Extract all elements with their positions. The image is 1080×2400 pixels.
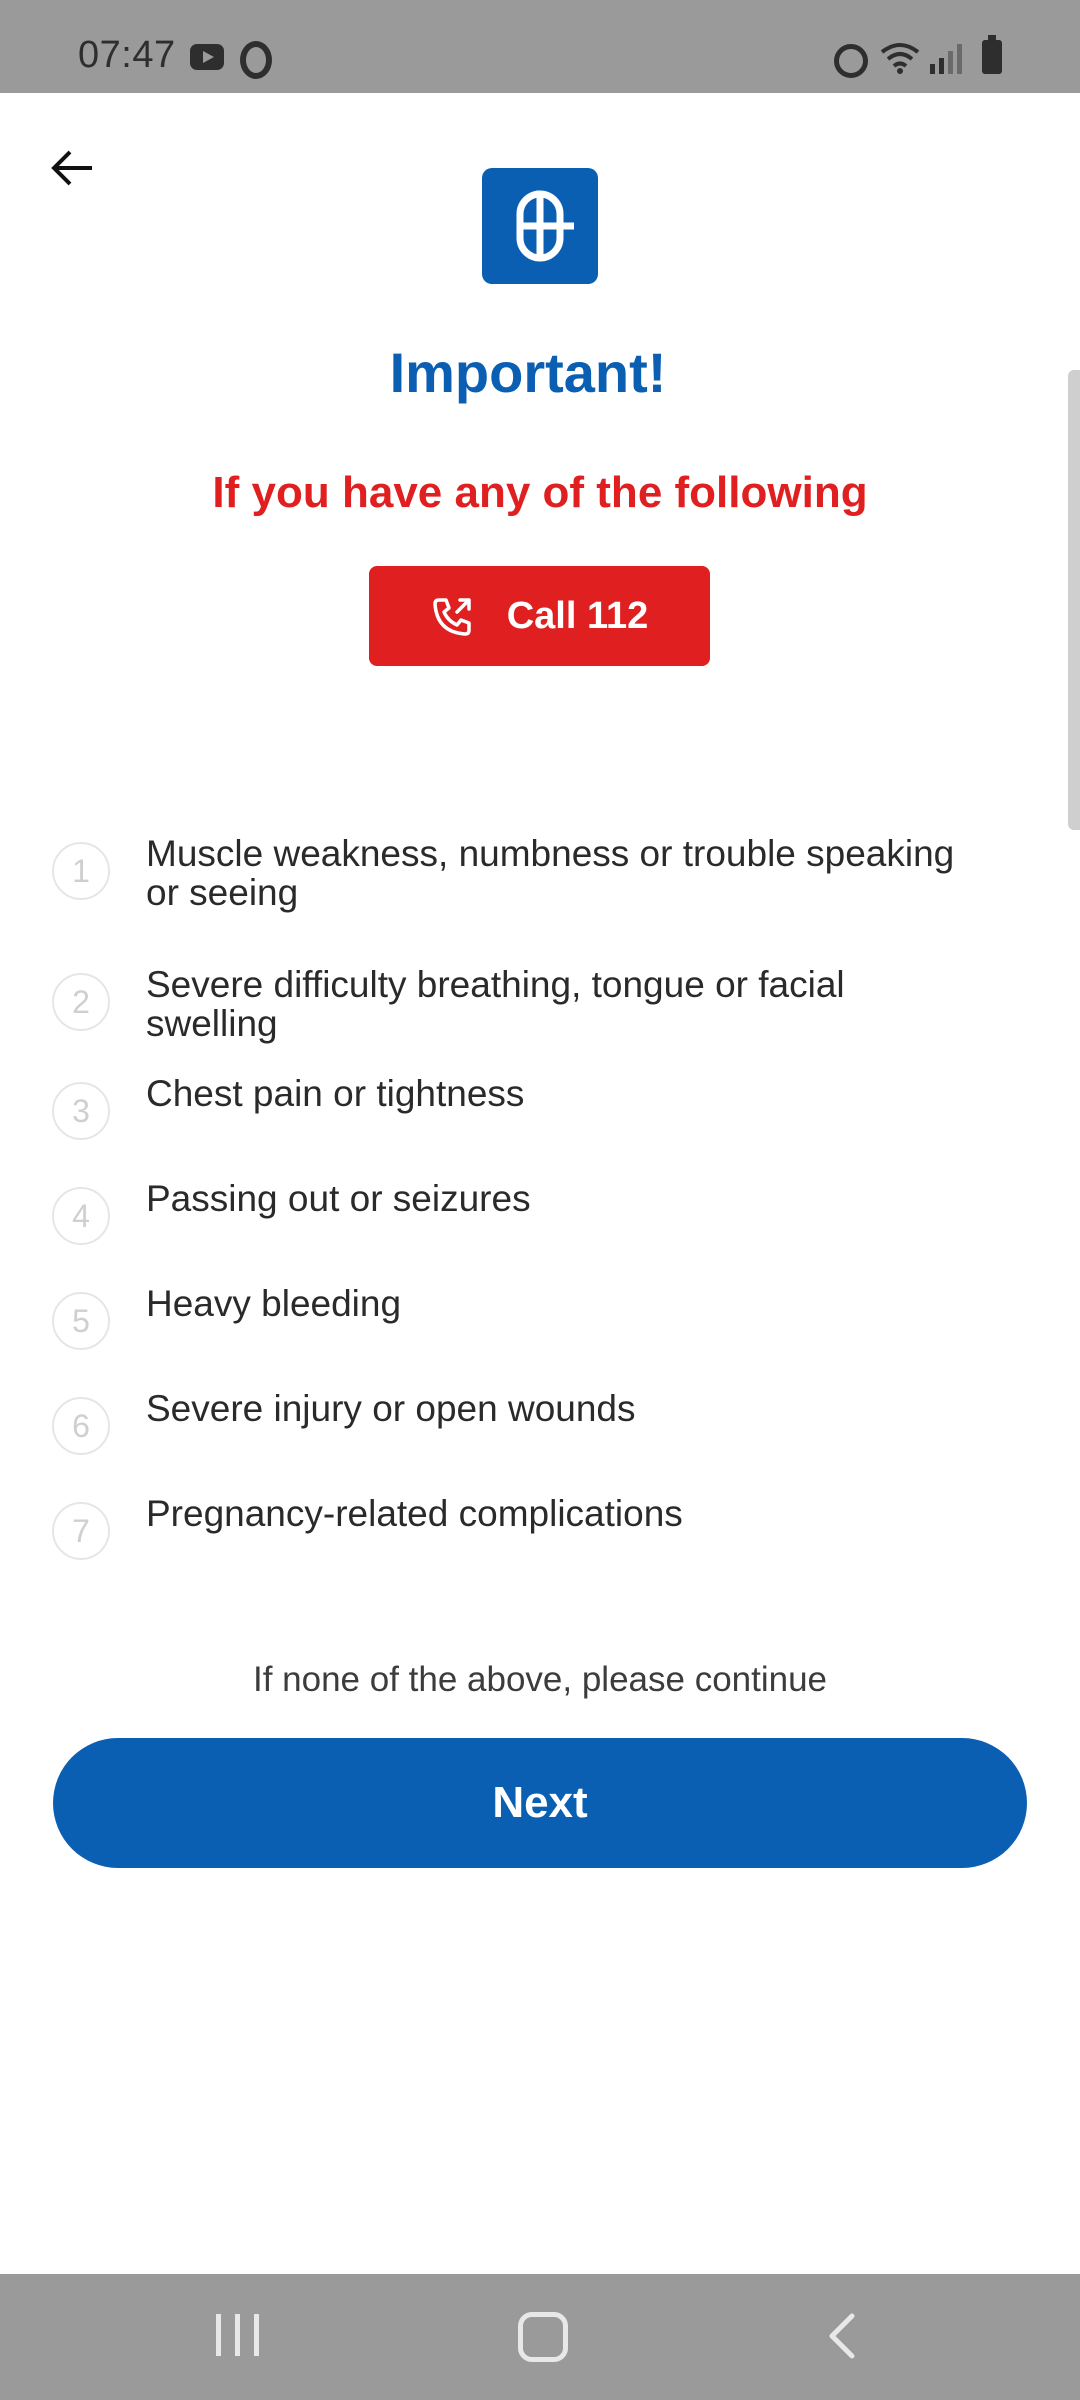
item-number: 3 <box>52 1082 110 1140</box>
call-button-label: Call 112 <box>506 594 649 637</box>
next-button[interactable]: Next <box>53 1738 1027 1868</box>
item-number: 4 <box>52 1187 110 1245</box>
battery-icon <box>982 35 1002 74</box>
back-icon[interactable] <box>820 2312 864 2360</box>
status-time: 07:47 <box>78 34 176 76</box>
status-bar: 07:47 <box>0 0 1080 93</box>
opera-icon <box>240 41 272 79</box>
list-item: 2 Severe difficulty breathing, tongue or… <box>52 961 1032 1070</box>
phone-outgoing-icon <box>432 598 471 636</box>
page-title: Important! <box>389 341 667 404</box>
item-text: Pregnancy-related complications <box>146 1493 683 1534</box>
item-text: Heavy bleeding <box>146 1283 402 1324</box>
home-icon[interactable] <box>518 2312 568 2362</box>
next-button-label: Next <box>492 1778 588 1827</box>
youtube-icon <box>190 44 224 70</box>
item-text: Muscle weakness, numbness or trouble spe… <box>146 833 955 913</box>
emergency-subtitle: If you have any of the following <box>212 468 868 517</box>
item-text: Chest pain or tightness <box>146 1073 525 1114</box>
item-number: 7 <box>52 1502 110 1560</box>
item-text: Severe injury or open wounds <box>146 1388 636 1429</box>
wifi-icon <box>880 40 920 76</box>
item-text: Severe difficulty breathing, tongue or f… <box>146 964 845 1044</box>
list-item: 4 Passing out or seizures <box>52 1175 1032 1280</box>
item-number: 1 <box>52 842 110 900</box>
item-number: 2 <box>52 973 110 1031</box>
item-text: Passing out or seizures <box>146 1178 531 1219</box>
item-number: 5 <box>52 1292 110 1350</box>
back-button[interactable] <box>40 136 104 200</box>
symptom-list: 1 Muscle weakness, numbness or trouble s… <box>52 830 1032 1595</box>
signal-icon <box>928 42 966 74</box>
scrollbar[interactable] <box>1068 370 1080 830</box>
alarm-icon <box>834 44 868 78</box>
recents-icon[interactable] <box>216 2314 260 2356</box>
continue-hint: If none of the above, please continue <box>252 1660 828 1699</box>
arrow-left-icon <box>51 150 92 186</box>
call-emergency-button[interactable]: Call 112 <box>369 566 710 666</box>
item-number: 6 <box>52 1397 110 1455</box>
list-item: 3 Chest pain or tightness <box>52 1070 1032 1175</box>
list-item: 1 Muscle weakness, numbness or trouble s… <box>52 830 1032 961</box>
list-item: 6 Severe injury or open wounds <box>52 1385 1032 1490</box>
list-item: 5 Heavy bleeding <box>52 1280 1032 1385</box>
brand-logo <box>482 168 598 284</box>
list-item: 7 Pregnancy-related complications <box>52 1490 1032 1595</box>
